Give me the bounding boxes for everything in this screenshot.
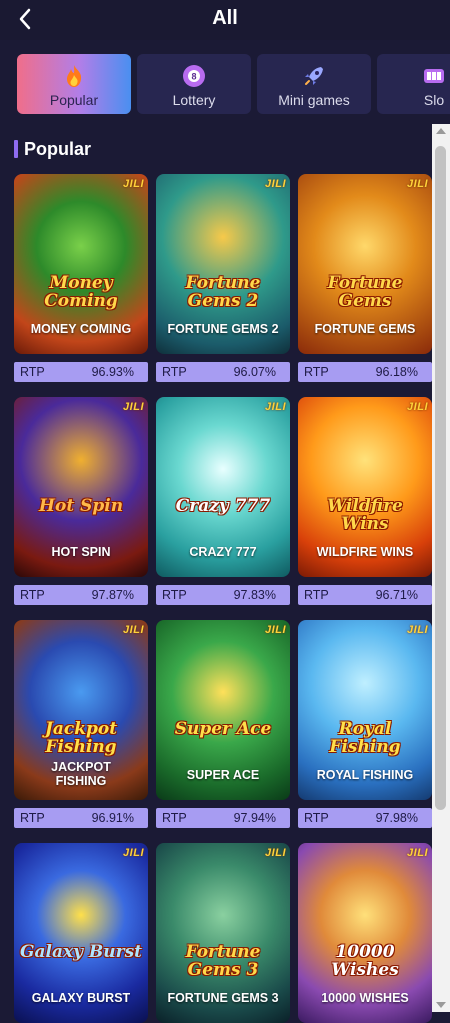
tab-lottery[interactable]: 8 Lottery: [137, 54, 251, 114]
tab-label: Slo: [423, 92, 445, 108]
game-title: WILDFIRE WINS: [316, 545, 414, 559]
game-logo-art: Super Ace: [174, 719, 272, 739]
provider-logo: JILI: [407, 401, 428, 413]
provider-logo: JILI: [123, 624, 144, 636]
scroll-down-arrow-icon[interactable]: [436, 1002, 446, 1008]
game-thumbnail[interactable]: JILI Money Coming MONEY COMING: [14, 174, 148, 354]
lottery-ball-icon: 8: [183, 65, 205, 87]
game-logo-art: Galaxy Burst: [19, 942, 143, 962]
rtp-value: 96.71%: [375, 588, 418, 602]
game-logo-art: Jackpot Fishing: [44, 719, 118, 757]
rtp-value: 97.83%: [233, 588, 276, 602]
game-logo-art: Hot Spin: [38, 496, 124, 516]
rtp-badge: RTP 96.71%: [298, 585, 432, 605]
game-thumbnail[interactable]: JILI Fortune Gems 3 FORTUNE GEMS 3: [156, 843, 290, 1023]
rtp-label: RTP: [20, 811, 45, 825]
section-accent-bar: [14, 140, 18, 158]
provider-logo: JILI: [407, 178, 428, 190]
game-logo-art: Fortune Gems: [327, 273, 403, 311]
provider-logo: JILI: [123, 178, 144, 190]
game-logo-art: Fortune Gems 3: [185, 942, 261, 980]
rtp-value: 97.94%: [233, 811, 276, 825]
game-thumbnail[interactable]: JILI Royal Fishing ROYAL FISHING: [298, 620, 432, 800]
rtp-badge: RTP 96.18%: [298, 362, 432, 382]
tab-label: Mini games: [278, 92, 350, 108]
category-tabs: Popular 8 Lottery Mini games Slo: [0, 54, 450, 116]
rtp-badge: RTP 97.94%: [156, 808, 290, 828]
game-title: ROYAL FISHING: [316, 768, 414, 782]
game-title: GALAXY BURST: [31, 991, 131, 1005]
scroll-up-arrow-icon[interactable]: [436, 128, 446, 134]
rtp-badge: RTP 97.87%: [14, 585, 148, 605]
tab-label: Popular: [49, 92, 99, 108]
rtp-label: RTP: [304, 811, 329, 825]
tab-label: Lottery: [172, 92, 216, 108]
section-title: Popular: [24, 139, 92, 159]
rtp-value: 96.91%: [91, 811, 134, 825]
header-bar: All: [0, 0, 450, 40]
game-title: 10000 WISHES: [321, 991, 409, 1005]
game-thumbnail[interactable]: JILI Crazy 777 CRAZY 777: [156, 397, 290, 577]
game-thumbnail[interactable]: JILI Galaxy Burst GALAXY BURST: [14, 843, 148, 1023]
provider-logo: JILI: [265, 178, 286, 190]
provider-logo: JILI: [265, 401, 286, 413]
rtp-badge: RTP 96.93%: [14, 362, 148, 382]
game-thumbnail[interactable]: JILI Fortune Gems FORTUNE GEMS: [298, 174, 432, 354]
game-title: MONEY COMING: [30, 322, 132, 336]
rtp-label: RTP: [162, 811, 187, 825]
tab-mini-games[interactable]: Mini games: [257, 54, 371, 114]
game-logo-art: Money Coming: [44, 273, 118, 311]
rtp-label: RTP: [20, 588, 45, 602]
provider-logo: JILI: [407, 624, 428, 636]
rtp-badge: RTP 97.98%: [298, 808, 432, 828]
rtp-value: 96.18%: [375, 365, 418, 379]
rtp-badge: RTP 96.07%: [156, 362, 290, 382]
rocket-icon: [305, 67, 323, 85]
provider-logo: JILI: [123, 847, 144, 859]
game-thumbnail[interactable]: JILI Wildfire Wins WILDFIRE WINS: [298, 397, 432, 577]
game-title: SUPER ACE: [186, 768, 260, 782]
rtp-value: 96.07%: [233, 365, 276, 379]
rtp-label: RTP: [304, 365, 329, 379]
scrollbar-thumb[interactable]: [435, 146, 446, 810]
tab-slots[interactable]: Slo: [377, 54, 450, 114]
rtp-value: 97.87%: [91, 588, 134, 602]
game-thumbnail[interactable]: JILI Super Ace SUPER ACE: [156, 620, 290, 800]
flame-icon: [66, 65, 82, 87]
game-title: FORTUNE GEMS 2: [167, 322, 279, 336]
provider-logo: JILI: [407, 847, 428, 859]
rtp-label: RTP: [162, 365, 187, 379]
provider-logo: JILI: [123, 401, 144, 413]
game-title: HOT SPIN: [51, 545, 111, 559]
game-title: FORTUNE GEMS 3: [167, 991, 279, 1005]
game-logo-art: Royal Fishing: [329, 719, 401, 757]
rtp-label: RTP: [20, 365, 45, 379]
scrollbar[interactable]: [432, 124, 450, 1012]
rtp-badge: RTP 97.83%: [156, 585, 290, 605]
rtp-label: RTP: [162, 588, 187, 602]
rtp-value: 96.93%: [91, 365, 134, 379]
rtp-value: 97.98%: [375, 811, 418, 825]
game-title: CRAZY 777: [189, 545, 257, 559]
game-thumbnail[interactable]: JILI Jackpot Fishing JACKPOT FISHING: [14, 620, 148, 800]
game-title: JACKPOT FISHING: [51, 760, 111, 788]
slots-icon: [424, 69, 444, 83]
game-thumbnail[interactable]: JILI Fortune Gems 2 FORTUNE GEMS 2: [156, 174, 290, 354]
tab-popular[interactable]: Popular: [17, 54, 131, 114]
provider-logo: JILI: [265, 847, 286, 859]
rtp-badge: RTP 96.91%: [14, 808, 148, 828]
game-thumbnail[interactable]: JILI Hot Spin HOT SPIN: [14, 397, 148, 577]
game-logo-art: Fortune Gems 2: [185, 273, 261, 311]
provider-logo: JILI: [265, 624, 286, 636]
page-title: All: [212, 7, 238, 29]
svg-text:8: 8: [191, 72, 196, 82]
game-title: FORTUNE GEMS: [314, 322, 416, 336]
game-logo-art: 10000 Wishes: [331, 942, 399, 980]
game-logo-art: Wildfire Wins: [327, 496, 403, 534]
game-thumbnail[interactable]: JILI 10000 Wishes 10000 WISHES: [298, 843, 432, 1023]
game-logo-art: Crazy 777: [175, 496, 271, 516]
rtp-label: RTP: [304, 588, 329, 602]
